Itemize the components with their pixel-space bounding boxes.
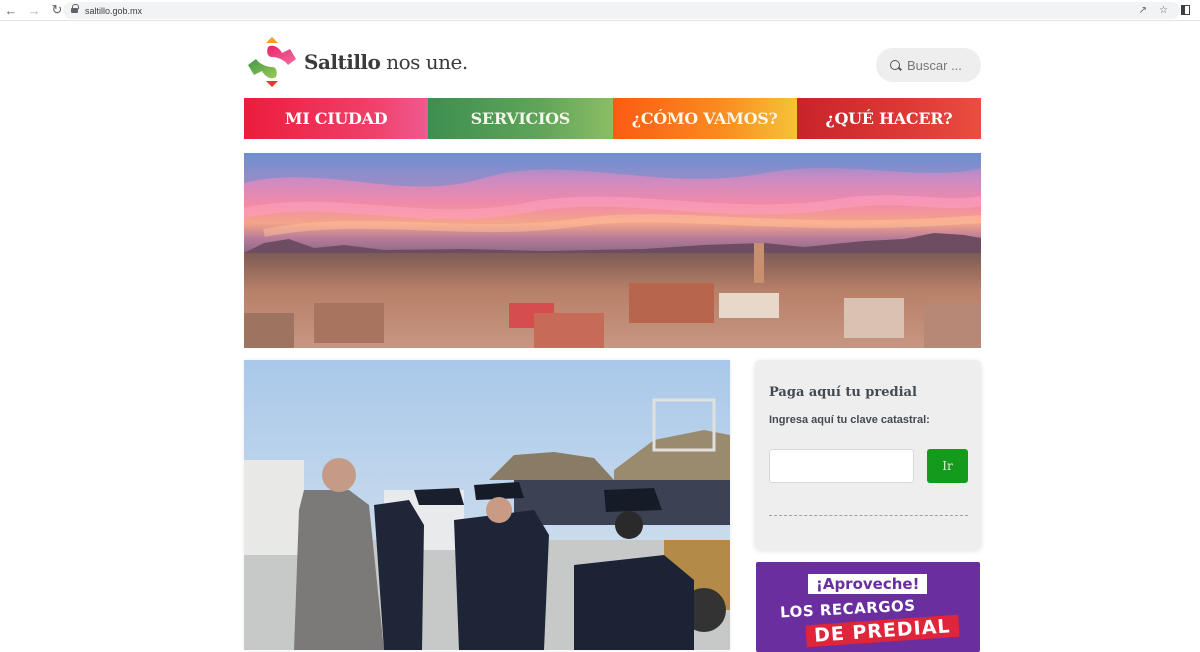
brand-name[interactable]: Saltillo nos une. [304, 50, 468, 74]
predial-promo-banner[interactable]: ¡Aproveche! LOS RECARGOS DE PREDIAL [756, 562, 980, 652]
address-bar[interactable]: saltillo.gob.mx ↗ ☆ [63, 2, 1180, 19]
predial-payment-widget: Paga aquí tu predial Ingresa aquí tu cla… [755, 360, 981, 550]
nav-que-hacer[interactable]: ¿QUÉ HACER? [796, 98, 981, 139]
nav-como-vamos[interactable]: ¿CÓMO VAMOS? [612, 98, 797, 139]
hero-banner-image[interactable] [244, 153, 981, 348]
share-icon[interactable]: ↗ [1139, 5, 1147, 16]
nav-servicios[interactable]: SERVICIOS [428, 98, 613, 139]
page-content: Saltillo nos une. Buscar ... MI CIUDAD S… [244, 22, 981, 652]
divider [769, 515, 968, 516]
browser-toolbar: ← → ↻ saltillo.gob.mx ↗ ☆ [0, 0, 1200, 21]
site-header: Saltillo nos une. Buscar ... [244, 22, 981, 97]
url-text[interactable]: saltillo.gob.mx [85, 6, 142, 16]
search-input[interactable]: Buscar ... [907, 58, 962, 73]
search-box[interactable]: Buscar ... [876, 48, 981, 82]
forward-arrow-icon[interactable]: → [24, 0, 44, 20]
hero-city-panorama [244, 153, 981, 348]
clave-catastral-input[interactable] [769, 449, 914, 483]
back-arrow-icon[interactable]: ← [1, 0, 21, 20]
brand-bold: Saltillo [304, 50, 381, 74]
clave-catastral-label: Ingresa aquí tu clave catastral: [769, 414, 930, 426]
predial-submit-button[interactable]: Ir [927, 449, 968, 483]
promo-headline-1: LOS RECARGOS [779, 596, 917, 622]
news-photo-police-event [244, 360, 730, 650]
search-icon[interactable] [890, 60, 900, 70]
promo-headline-2: DE PREDIAL [805, 614, 960, 648]
main-nav: MI CIUDAD SERVICIOS ¿CÓMO VAMOS? ¿QUÉ HA… [244, 98, 981, 139]
brand-tagline: nos une. [380, 50, 468, 74]
saltillo-logo-icon[interactable] [246, 35, 298, 89]
predial-title: Paga aquí tu predial [769, 385, 917, 400]
side-panel-icon[interactable] [1181, 5, 1190, 15]
nav-mi-ciudad[interactable]: MI CIUDAD [244, 98, 429, 139]
promo-tag: ¡Aproveche! [808, 574, 928, 594]
news-feature-image[interactable] [244, 360, 730, 650]
lock-icon[interactable] [71, 3, 79, 15]
star-icon[interactable]: ☆ [1159, 5, 1168, 16]
